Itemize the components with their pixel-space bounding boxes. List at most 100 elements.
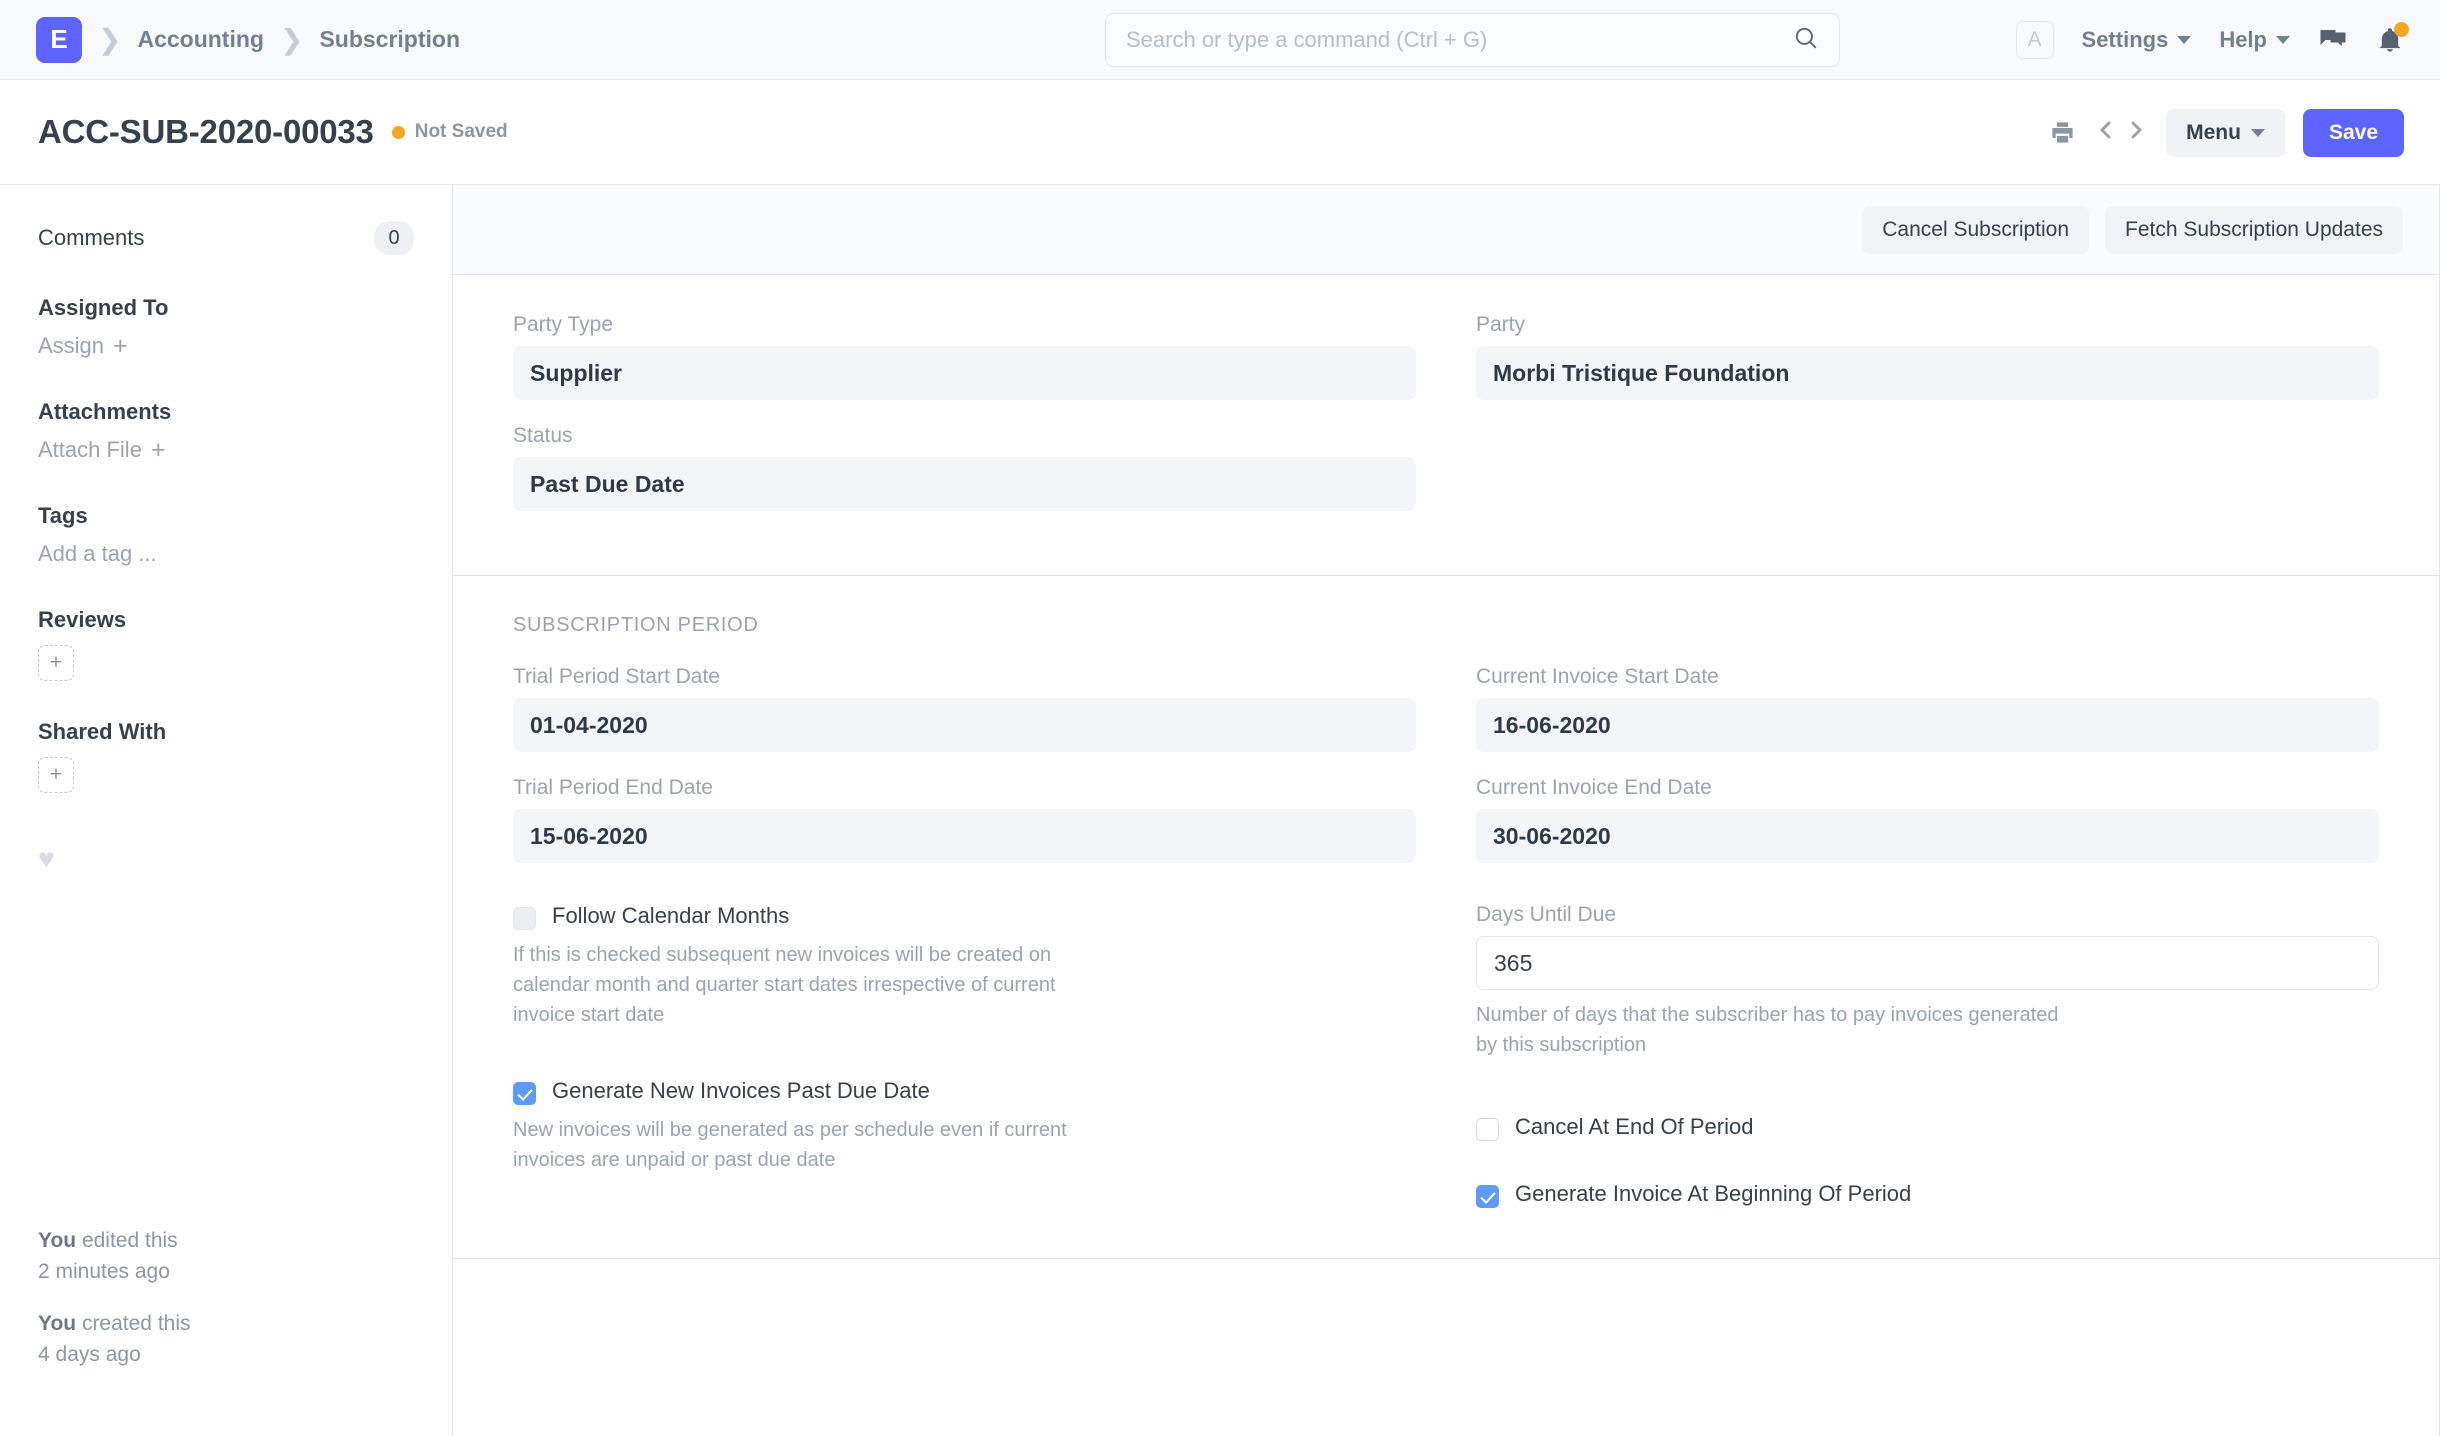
breadcrumb-chevron-icon: ❯ xyxy=(279,23,304,55)
fetch-subscription-updates-button[interactable]: Fetch Subscription Updates xyxy=(2105,205,2403,254)
search-icon xyxy=(1793,25,1819,56)
breadcrumb-item-accounting[interactable]: Accounting xyxy=(137,26,264,53)
next-record-button[interactable] xyxy=(2124,117,2148,148)
party-type-field: Party Type Supplier xyxy=(513,313,1416,400)
reviews-label: Reviews xyxy=(38,607,127,632)
party-type-label: Party Type xyxy=(513,313,613,336)
days-until-due-help: Number of days that the subscriber has t… xyxy=(1476,1004,2059,1056)
record-nav xyxy=(2094,117,2148,148)
attachments-label: Attachments xyxy=(38,399,172,424)
trial-period-start-label: Trial Period Start Date xyxy=(513,665,720,688)
generate-past-due-help: New invoices will be generated as per sc… xyxy=(513,1119,1067,1171)
timeline-time: 4 days ago xyxy=(38,1342,141,1366)
current-invoice-end-field: Current Invoice End Date 30-06-2020 xyxy=(1476,776,2379,863)
status-dot-icon xyxy=(391,125,405,139)
generate-at-beginning-label: Generate Invoice At Beginning Of Period xyxy=(1515,1181,1912,1206)
like-icon[interactable]: ♥ xyxy=(38,843,414,875)
chevron-down-icon xyxy=(2276,36,2290,44)
comments-count: 0 xyxy=(374,221,414,255)
timeline-actor: You xyxy=(38,1229,77,1253)
tags-label: Tags xyxy=(38,503,88,528)
page-body: Comments 0 Assigned To Assign + Attachme… xyxy=(0,185,2440,1436)
cancel-at-end-row[interactable]: Cancel At End Of Period xyxy=(1476,1114,2379,1141)
status-label: Status xyxy=(513,424,573,447)
navbar: E ❯ Accounting ❯ Subscription A Settings… xyxy=(0,0,2440,80)
page-header: ACC-SUB-2020-00033 Not Saved Menu Save xyxy=(0,80,2440,185)
add-share-button[interactable]: + xyxy=(38,757,74,793)
status-badge: Not Saved xyxy=(391,121,508,143)
party-right-column: Party Morbi Tristique Foundation xyxy=(1476,313,2379,535)
menu-button[interactable]: Menu xyxy=(2166,108,2285,157)
add-review-button[interactable]: + xyxy=(38,645,74,681)
days-until-due-field: Days Until Due Number of days that the s… xyxy=(1476,903,2379,1060)
timeline-action: created this xyxy=(76,1312,191,1336)
breadcrumb-chevron-icon: ❯ xyxy=(98,23,122,55)
breadcrumb-item-subscription[interactable]: Subscription xyxy=(319,26,460,53)
app-logo[interactable]: E xyxy=(36,16,82,63)
party-label: Party xyxy=(1476,313,1526,336)
avatar[interactable]: A xyxy=(2015,21,2054,59)
party-field: Party Morbi Tristique Foundation xyxy=(1476,313,2379,400)
chat-button[interactable] xyxy=(2318,25,2348,55)
menu-button-label: Menu xyxy=(2186,120,2241,144)
generate-past-due-row[interactable]: Generate New Invoices Past Due Date xyxy=(513,1078,1416,1105)
status-badge-label: Not Saved xyxy=(414,121,508,142)
settings-menu[interactable]: Settings xyxy=(2082,27,2192,53)
generate-at-beginning-row[interactable]: Generate Invoice At Beginning Of Period xyxy=(1476,1181,2379,1208)
chevron-down-icon xyxy=(2250,128,2265,137)
page-title: ACC-SUB-2020-00033 xyxy=(38,113,374,150)
comments-label: Comments xyxy=(38,225,145,250)
cancel-subscription-button[interactable]: Cancel Subscription xyxy=(1862,205,2090,254)
period-right-column: Current Invoice Start Date 16-06-2020 Cu… xyxy=(1476,665,2379,1208)
help-menu[interactable]: Help xyxy=(2219,27,2290,53)
party-value[interactable]: Morbi Tristique Foundation xyxy=(1476,346,2379,400)
generate-invoice-at-beginning-of-period-checkbox[interactable] xyxy=(1476,1185,1499,1208)
status-value[interactable]: Past Due Date xyxy=(513,457,1416,511)
page-header-actions: Menu Save xyxy=(2049,80,2404,185)
timeline-entry: You created this xyxy=(38,1309,191,1339)
add-tag-button[interactable]: Add a tag ... xyxy=(38,541,414,567)
settings-label: Settings xyxy=(2081,27,2169,52)
previous-record-button[interactable] xyxy=(2094,117,2118,148)
trial-period-end-value[interactable]: 15-06-2020 xyxy=(513,809,1416,863)
save-button[interactable]: Save xyxy=(2302,108,2404,157)
print-button[interactable] xyxy=(2049,119,2076,146)
attach-file-label: Attach File xyxy=(38,437,142,462)
shared-with-label: Shared With xyxy=(38,719,167,744)
trial-period-end-label: Trial Period End Date xyxy=(513,776,713,799)
current-invoice-start-label: Current Invoice Start Date xyxy=(1476,665,1719,688)
activity-timeline: You edited this 2 minutes ago You create… xyxy=(38,1226,191,1370)
current-invoice-end-label: Current Invoice End Date xyxy=(1476,776,1712,799)
days-until-due-input[interactable] xyxy=(1476,936,2379,990)
assign-button[interactable]: Assign + xyxy=(38,333,414,359)
generate-new-invoices-past-due-date-checkbox[interactable] xyxy=(513,1082,536,1105)
current-invoice-end-value[interactable]: 30-06-2020 xyxy=(1476,809,2379,863)
search-input[interactable] xyxy=(1126,27,1793,53)
timeline-entry: You edited this xyxy=(38,1226,191,1256)
party-type-value[interactable]: Supplier xyxy=(513,346,1416,400)
follow-calendar-months-checkbox[interactable] xyxy=(513,907,536,930)
current-invoice-start-value[interactable]: 16-06-2020 xyxy=(1476,698,2379,752)
navbar-right: A Settings Help xyxy=(2015,0,2409,80)
cancel-at-end-of-period-checkbox[interactable] xyxy=(1476,1118,1499,1141)
notifications-button[interactable] xyxy=(2376,22,2409,54)
sidebar-comments[interactable]: Comments 0 xyxy=(38,221,414,255)
sidebar: Comments 0 Assigned To Assign + Attachme… xyxy=(0,185,452,1436)
sidebar-shared-with: Shared With + xyxy=(38,719,414,793)
attach-file-button[interactable]: Attach File + xyxy=(38,437,414,463)
follow-calendar-months-row[interactable]: Follow Calendar Months xyxy=(513,903,1416,930)
plus-icon: + xyxy=(113,331,128,360)
sidebar-reviews: Reviews + xyxy=(38,607,414,681)
generate-past-due-field: Generate New Invoices Past Due Date New … xyxy=(513,1078,1416,1175)
assign-label: Assign xyxy=(38,333,105,358)
trial-period-start-value[interactable]: 01-04-2020 xyxy=(513,698,1416,752)
search-box[interactable] xyxy=(1105,13,1840,67)
timeline-time: 2 minutes ago xyxy=(38,1259,170,1283)
party-left-column: Party Type Supplier Status Past Due Date xyxy=(513,313,1416,535)
trial-period-end-field: Trial Period End Date 15-06-2020 xyxy=(513,776,1416,863)
help-label: Help xyxy=(2219,27,2267,52)
